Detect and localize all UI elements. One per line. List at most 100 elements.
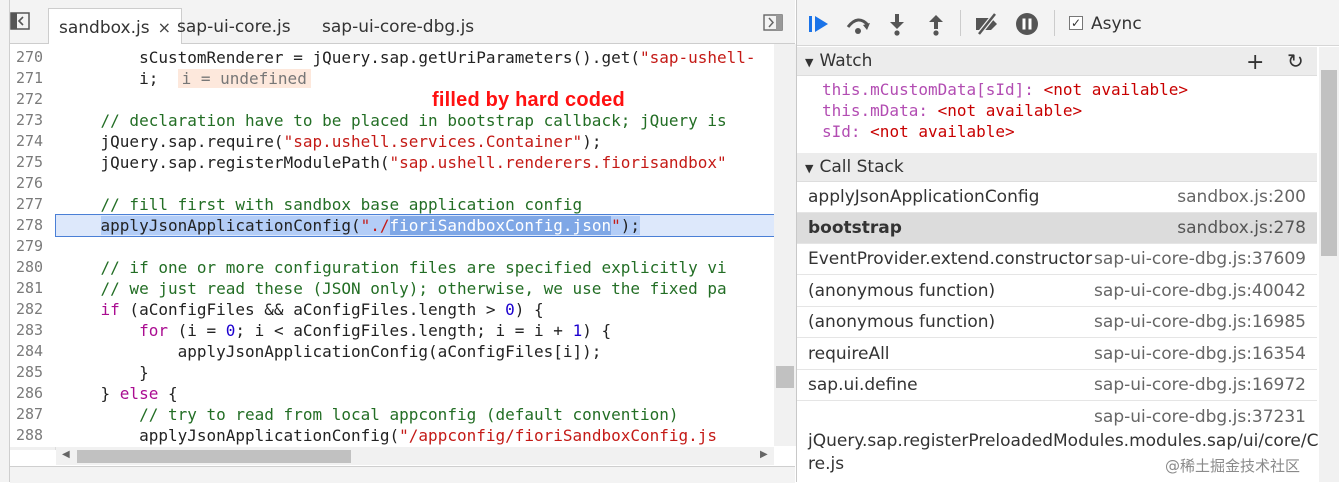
line-number: 287: [16, 405, 44, 423]
scroll-left-icon[interactable]: ◀: [62, 449, 70, 460]
line-number: 286: [16, 384, 44, 402]
code-line: 270 sCustomRenderer = jQuery.sap.getUriP…: [10, 47, 797, 68]
resume-icon[interactable]: [806, 12, 832, 36]
call-frame[interactable]: EventProvider.extend.constructor sap-ui-c…: [797, 244, 1317, 275]
editor-vertical-scroll-thumb[interactable]: [776, 366, 794, 388]
step-into-icon[interactable]: [884, 12, 910, 36]
step-out-icon[interactable]: [923, 12, 949, 36]
deactivate-breakpoints-icon[interactable]: [973, 12, 999, 36]
code-line: 286 } else {: [10, 383, 797, 404]
navigator-strip: [0, 0, 10, 482]
line-number: 285: [16, 363, 44, 381]
frame-location[interactable]: sap-ui-core-dbg.js:16985: [1094, 307, 1306, 338]
code-text: applyJsonApplicationConfig(aConfigFiles[…: [62, 342, 602, 361]
frame-function: (anonymous function): [808, 312, 996, 332]
frame-function: applyJsonApplicationConfig: [808, 187, 1040, 207]
frame-location[interactable]: sap-ui-core-dbg.js:16972: [1094, 370, 1306, 401]
code-text: jQuery.sap.registerModulePath("sap.ushel…: [62, 153, 727, 172]
async-checkbox[interactable]: ✓: [1069, 16, 1083, 30]
code-line: 279: [10, 236, 797, 257]
collapse-triangle-icon: ▼: [805, 56, 814, 69]
code-text: for (i = 0; i < aConfigFiles.length; i =…: [139, 321, 612, 340]
code-text: if (aConfigFiles && aConfigFiles.length …: [100, 300, 544, 319]
tab-label: sap-ui-core.js: [177, 17, 291, 37]
line-number: 289: [16, 446, 54, 447]
code-text: // if one or more configuration files ar…: [62, 258, 727, 277]
code-line: 283 for (i = 0; i < aConfigFiles.length;…: [10, 320, 797, 341]
code-text: }: [62, 363, 149, 382]
call-frame[interactable]: requireAll sap-ui-core-dbg.js:16354: [797, 339, 1317, 370]
call-frame[interactable]: applyJsonApplicationConfig sandbox.js:200: [797, 182, 1317, 213]
call-stack-title: Call Stack: [819, 157, 904, 177]
code-line: 280 // if one or more configuration file…: [10, 257, 797, 278]
tab-sap-ui-core-dbg-js[interactable]: sap-ui-core-dbg.js: [312, 8, 484, 44]
code-line: 275 jQuery.sap.registerModulePath("sap.u…: [10, 152, 797, 173]
code-line: 273 // declaration have to be placed in …: [10, 110, 797, 131]
toolbar-divider: [1054, 10, 1055, 36]
code-line: 271 i; i = undefined: [10, 68, 797, 89]
code-editor[interactable]: 270 sCustomRenderer = jQuery.sap.getUriP…: [10, 44, 797, 447]
call-frame[interactable]: (anonymous function) sap-ui-core-dbg.js:1…: [797, 307, 1317, 338]
line-number: 279: [16, 237, 44, 255]
code-text: // try to read from local appconfig (def…: [62, 405, 679, 424]
inline-value: i = undefined: [177, 69, 311, 88]
line-number: 275: [16, 153, 44, 171]
code-line: 272: [10, 89, 797, 110]
code-line: 277 // fill first with sandbox base appl…: [10, 194, 797, 215]
watch-item[interactable]: this.mCustomData[sId]: <not available>: [822, 80, 1188, 99]
frame-function: (anonymous function): [808, 281, 996, 301]
code-text: // declaration have to be placed in boot…: [62, 111, 737, 130]
watch-item[interactable]: sId: <not available>: [822, 122, 1015, 141]
call-stack-section-header[interactable]: ▼ Call Stack: [797, 153, 1317, 182]
code-text: applyJsonApplicationConfig("/appconfig/f…: [62, 426, 718, 445]
watch-value: <not available>: [937, 101, 1083, 120]
pause-on-exceptions-icon[interactable]: [1014, 12, 1040, 36]
call-frame[interactable]: (anonymous function) sap-ui-core-dbg.js:4…: [797, 276, 1317, 307]
code-text: i; i = undefined: [62, 68, 311, 89]
watch-value: <not available>: [870, 122, 1015, 141]
watch-value: <not available>: [1043, 80, 1189, 99]
tab-label: sandbox.js: [59, 18, 150, 38]
debugger-toolbar: [797, 0, 1339, 46]
code-text: applyJsonApplicationConfig("./fioriSandb…: [100, 216, 640, 235]
collapse-triangle-icon: ▼: [805, 162, 814, 175]
code-line: 281 // we just read these (JSON only); o…: [10, 278, 797, 299]
line-number: 283: [16, 321, 44, 339]
frame-location[interactable]: sap-ui-core-dbg.js:37609: [1094, 244, 1306, 275]
tab-sandbox-js[interactable]: sandbox.js ×: [48, 8, 182, 45]
frame-function: EventProvider.extend.constructor: [808, 249, 1093, 269]
frame-location[interactable]: sandbox.js:200: [1177, 182, 1306, 213]
frame-function: requireAll: [808, 344, 890, 364]
frame-function: re.js: [808, 454, 845, 474]
code-text: jQuery.sap.require("sap.ushell.services.…: [62, 132, 602, 151]
line-number: 270: [16, 48, 44, 66]
add-watch-icon[interactable]: +: [1246, 50, 1264, 75]
tab-label: sap-ui-core-dbg.js: [322, 17, 475, 37]
toggle-navigator-icon[interactable]: [10, 12, 30, 30]
toggle-debugger-icon[interactable]: [763, 14, 783, 31]
watch-expression: sId: [822, 122, 851, 141]
frame-location[interactable]: sap-ui-core-dbg.js:37231: [1094, 406, 1306, 429]
watch-item[interactable]: this.mData: <not available>: [822, 101, 1082, 120]
editor-horizontal-scroll-thumb[interactable]: [77, 450, 351, 463]
frame-location[interactable]: sap-ui-core-dbg.js:40042: [1094, 276, 1306, 307]
code-line: 288 applyJsonApplicationConfig("/appconf…: [10, 425, 797, 446]
watch-section-header[interactable]: ▼ Watch: [797, 47, 1317, 76]
call-frame-selected[interactable]: bootstrap sandbox.js:278: [797, 213, 1317, 244]
sidebar-vertical-scroll-thumb[interactable]: [1321, 70, 1337, 256]
code-text: sCustomRenderer = jQuery.sap.getUriParam…: [62, 48, 756, 67]
watch-expression: this.mCustomData[sId]: [822, 80, 1025, 99]
scroll-right-icon[interactable]: ▶: [760, 449, 768, 460]
frame-function: sap.ui.define: [808, 375, 918, 395]
frame-location[interactable]: sap-ui-core-dbg.js:16354: [1094, 339, 1306, 370]
line-number: 281: [16, 279, 44, 297]
line-number: 278: [16, 216, 44, 234]
frame-location[interactable]: sandbox.js:278: [1177, 213, 1306, 244]
call-frame[interactable]: sap.ui.define sap-ui-core-dbg.js:16972: [797, 370, 1317, 401]
tab-sap-ui-core-js[interactable]: sap-ui-core.js: [167, 8, 301, 44]
editor-status-bar: [10, 466, 795, 483]
code-text: // we just read these (JSON only); other…: [62, 279, 727, 298]
step-over-icon[interactable]: [844, 12, 870, 36]
line-number: 277: [16, 195, 44, 213]
refresh-watch-icon[interactable]: ↻: [1287, 49, 1304, 73]
